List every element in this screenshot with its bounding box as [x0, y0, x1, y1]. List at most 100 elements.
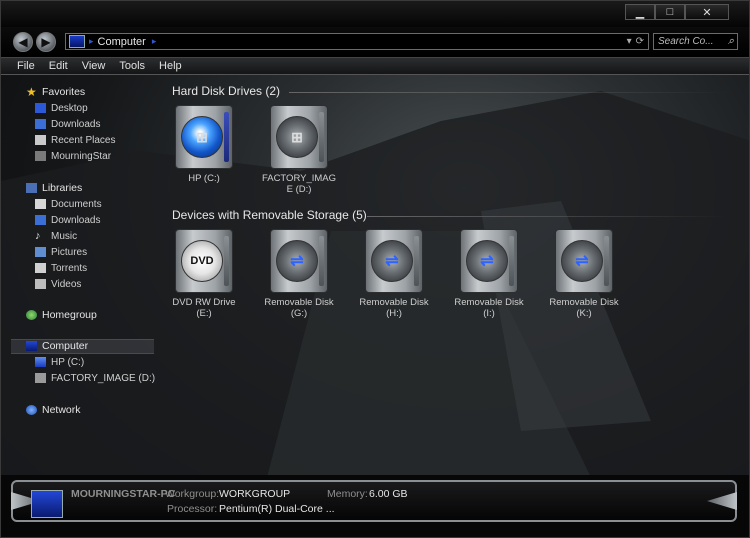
- sidebar-item-label: Documents: [51, 198, 102, 210]
- sidebar-item-label: HP (C:): [51, 356, 85, 368]
- maximize-button[interactable]: □: [655, 4, 685, 20]
- drive-label-line1: Removable Disk: [264, 297, 334, 308]
- drive-removable-h[interactable]: ⇌ Removable Disk (H:): [354, 229, 434, 319]
- sidebar-item-videos[interactable]: Videos: [35, 277, 81, 291]
- sidebar-item-label: Music: [51, 230, 78, 242]
- drive-led: [224, 112, 229, 162]
- network-icon: [26, 405, 37, 415]
- drive-label-line2: (E:): [196, 308, 212, 319]
- sidebar-item-label: Videos: [51, 278, 82, 290]
- drive-label-line2: (H:): [386, 308, 402, 319]
- memory-label: Memory:: [327, 488, 368, 500]
- sidebar-item-label: Downloads: [51, 118, 101, 130]
- music-icon: ♪: [35, 230, 41, 242]
- menu-edit[interactable]: Edit: [49, 60, 68, 72]
- address-text[interactable]: Computer: [98, 36, 146, 48]
- dvd-logo-icon: DVD: [181, 240, 223, 282]
- group-header-removable[interactable]: Devices with Removable Storage (5): [172, 208, 367, 222]
- drive-removable-k[interactable]: ⇌ Removable Disk (K:): [544, 229, 624, 319]
- drive-label-line1: FACTORY_IMAG: [261, 173, 337, 184]
- sidebar-item-libraries[interactable]: Libraries: [26, 181, 82, 195]
- sidebar-item-label: Libraries: [42, 182, 83, 194]
- drive-led: [319, 112, 324, 162]
- drive-led: [509, 236, 514, 286]
- videos-icon: [35, 279, 46, 289]
- drive-label-line2: (I:): [483, 308, 495, 319]
- drive-label-line1: Removable Disk: [454, 297, 524, 308]
- menu-file[interactable]: File: [17, 60, 35, 72]
- sidebar-item-drive-d[interactable]: FACTORY_IMAGE (D:): [35, 371, 155, 385]
- sidebar-item-label: Pictures: [51, 246, 88, 258]
- sidebar-item-computer[interactable]: Computer: [26, 339, 88, 353]
- processor-label: Processor:: [167, 503, 218, 515]
- sidebar-item-documents[interactable]: Documents: [35, 197, 102, 211]
- drive-factory-image-d[interactable]: ⊞ FACTORY_IMAG E (D:): [259, 105, 339, 195]
- pictures-icon: [35, 247, 46, 257]
- torrents-icon: [35, 263, 46, 273]
- drive-dvd-e[interactable]: DVD DVD RW Drive (E:): [164, 229, 244, 319]
- sidebar-item-lib-downloads[interactable]: Downloads: [35, 213, 100, 227]
- drive-led: [414, 236, 419, 286]
- drive-label-line2: (G:): [290, 308, 308, 319]
- breadcrumb-chevron-icon[interactable]: ▸: [152, 36, 157, 47]
- drive-removable-g[interactable]: ⇌ Removable Disk (G:): [259, 229, 339, 319]
- usb-drive-icon: ⇌: [270, 229, 328, 293]
- drive-led: [319, 236, 324, 286]
- search-box[interactable]: Search Co... ⌕: [653, 33, 738, 50]
- sidebar-item-label: MourningStar: [51, 150, 112, 162]
- sidebar-item-label: FACTORY_IMAGE (D:): [51, 372, 156, 384]
- sidebar-item-music[interactable]: ♪ Music: [35, 229, 77, 243]
- navigation-pane: ★ Favorites Desktop Downloads Recent Pla…: [11, 81, 155, 471]
- computer-name: MOURNINGSTAR-PC: [71, 488, 176, 500]
- documents-icon: [35, 199, 46, 209]
- drive-label-line1: DVD RW Drive: [172, 297, 236, 308]
- search-input[interactable]: Search Co...: [658, 36, 714, 47]
- sidebar-item-network[interactable]: Network: [26, 403, 81, 417]
- sidebar-item-favorites[interactable]: ★ Favorites: [26, 85, 85, 99]
- forward-button[interactable]: ▶: [36, 32, 56, 52]
- caption-buttons: ▁ □ ✕: [625, 4, 729, 20]
- sidebar-item-torrents[interactable]: Torrents: [35, 261, 87, 275]
- computer-icon: [26, 341, 37, 351]
- close-button[interactable]: ✕: [685, 4, 729, 20]
- menu-bar: File Edit View Tools Help: [1, 57, 749, 75]
- minimize-button[interactable]: ▁: [625, 4, 655, 20]
- usb-logo-icon: ⇌: [371, 240, 413, 282]
- menu-help[interactable]: Help: [159, 60, 182, 72]
- search-icon[interactable]: ⌕: [728, 35, 734, 48]
- sidebar-item-mourningstar[interactable]: MourningStar: [35, 149, 111, 163]
- windows-logo-icon: ⊞: [181, 116, 223, 158]
- sidebar-item-drive-c[interactable]: HP (C:): [35, 355, 84, 369]
- libraries-icon: [26, 183, 37, 193]
- usb-drive-icon: ⇌: [365, 229, 423, 293]
- explorer-window: ▁ □ ✕ ◀ ▶ ▸ Computer ▸ ▾ ⟳ Search Co... …: [0, 0, 750, 538]
- sidebar-item-label: Torrents: [51, 262, 88, 274]
- drive-label-line1: HP (C:): [188, 173, 220, 184]
- drive-hp-c[interactable]: ⊞ HP (C:): [164, 105, 244, 184]
- workgroup-label: Workgroup:: [165, 488, 220, 500]
- sidebar-item-desktop[interactable]: Desktop: [35, 101, 88, 115]
- sidebar-item-pictures[interactable]: Pictures: [35, 245, 87, 259]
- dropdown-icon[interactable]: ▾: [627, 36, 632, 47]
- sidebar-item-downloads[interactable]: Downloads: [35, 117, 100, 131]
- drive-label: Removable Disk (K:): [544, 297, 624, 319]
- address-bar[interactable]: ▸ Computer ▸ ▾ ⟳: [65, 33, 649, 50]
- refresh-button[interactable]: ⟳: [636, 36, 644, 47]
- usb-drive-icon: ⇌: [460, 229, 518, 293]
- computer-icon: [31, 490, 63, 518]
- group-header-hard-disks[interactable]: Hard Disk Drives (2): [172, 84, 280, 98]
- breadcrumb-separator-icon[interactable]: ▸: [89, 36, 94, 47]
- group-divider: [367, 216, 727, 217]
- sidebar-item-label: Favorites: [42, 86, 86, 98]
- sidebar-item-recent-places[interactable]: Recent Places: [35, 133, 115, 147]
- menu-view[interactable]: View: [82, 60, 106, 72]
- back-button[interactable]: ◀: [13, 32, 33, 52]
- drive-label: Removable Disk (H:): [354, 297, 434, 319]
- drive-label: FACTORY_IMAG E (D:): [259, 173, 339, 195]
- hard-disk-icon: ⊞: [270, 105, 328, 169]
- sidebar-item-label: Computer: [42, 340, 89, 352]
- group-divider: [289, 92, 729, 93]
- menu-tools[interactable]: Tools: [119, 60, 145, 72]
- sidebar-item-homegroup[interactable]: Homegroup: [26, 308, 97, 322]
- drive-removable-i[interactable]: ⇌ Removable Disk (I:): [449, 229, 529, 319]
